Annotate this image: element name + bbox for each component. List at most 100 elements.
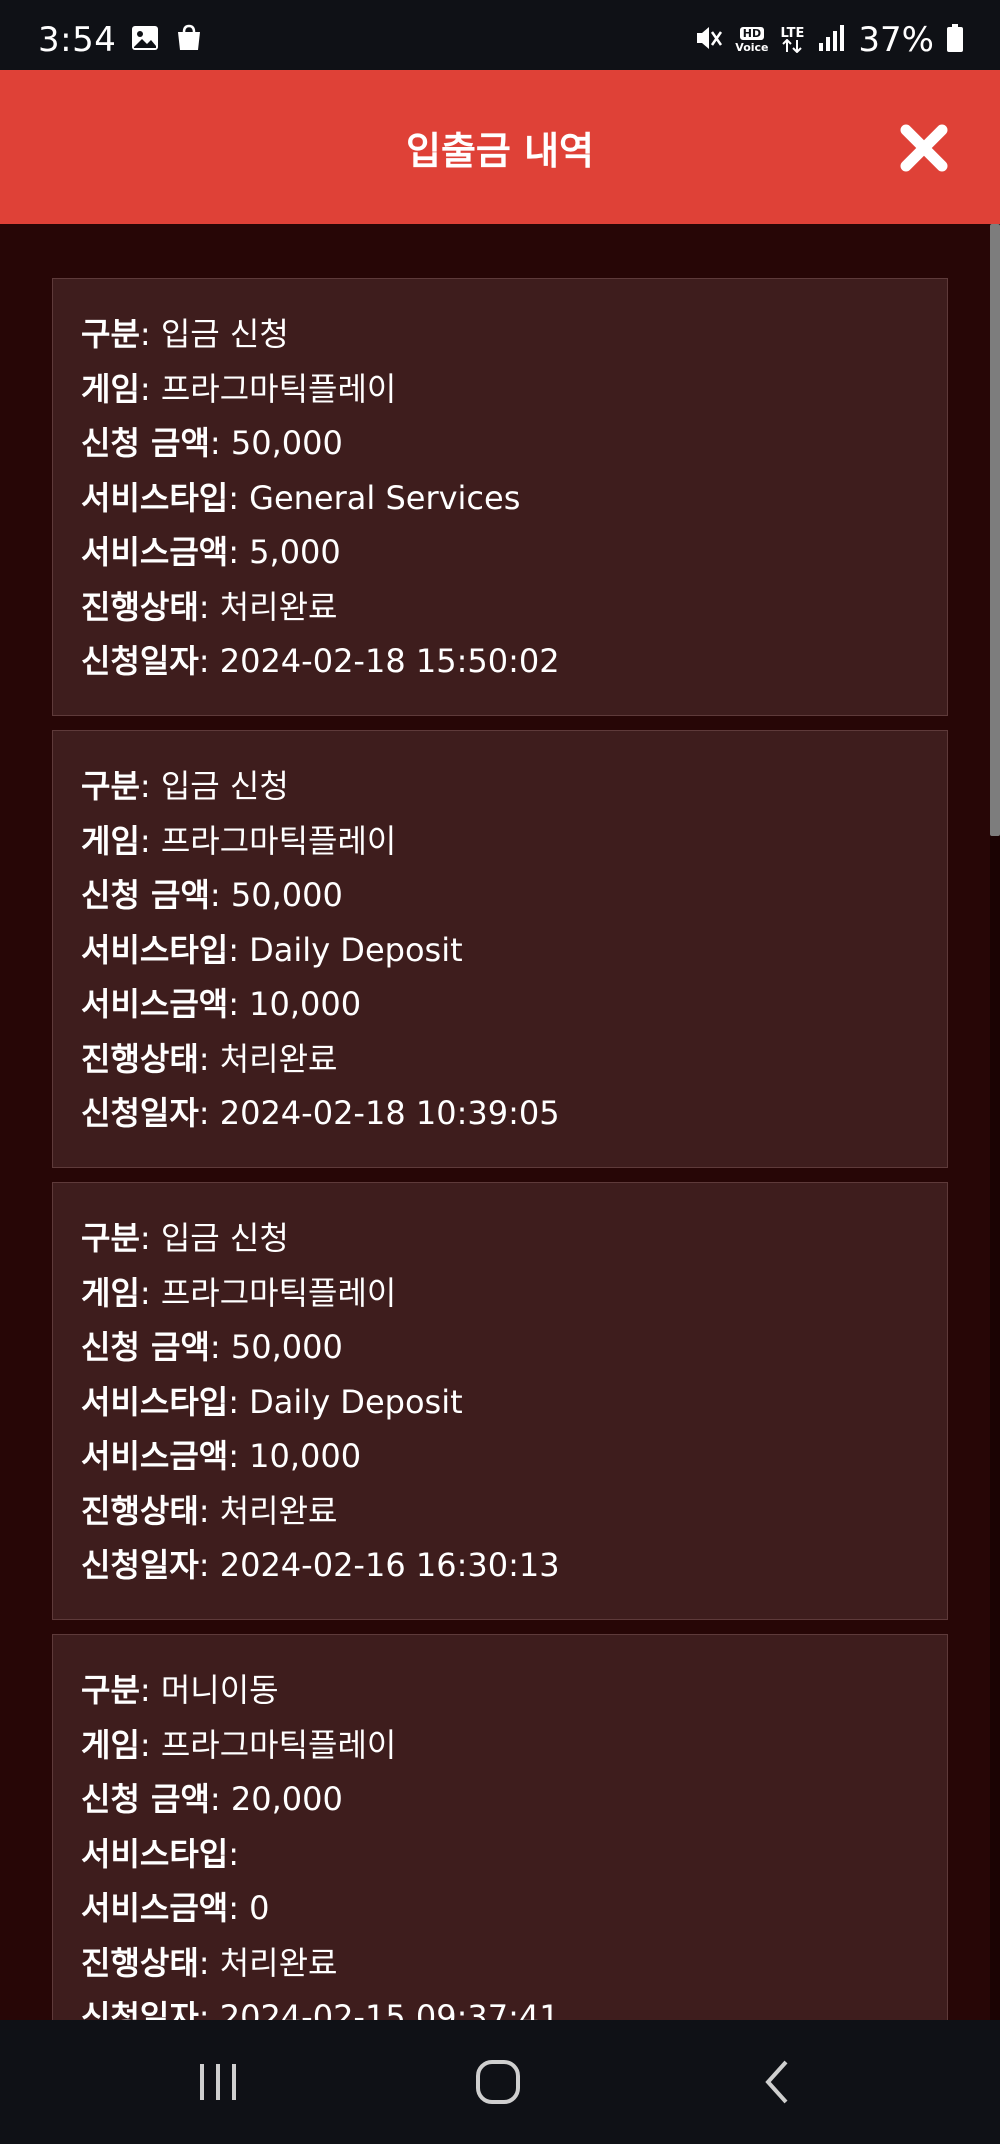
- label-game: 게임: [81, 821, 140, 860]
- separator: :: [228, 1834, 239, 1873]
- row-type: 구분: 입금 신청: [81, 1211, 919, 1266]
- value-service-type: Daily Deposit: [249, 930, 463, 969]
- home-button[interactable]: [466, 2050, 530, 2114]
- header-bar: 입출금 내역: [0, 70, 1000, 224]
- row-game: 게임: 프라그마틱플레이: [81, 362, 919, 417]
- close-icon: [900, 124, 948, 172]
- recent-apps-icon: [200, 2064, 236, 2100]
- value-amount: 50,000: [230, 876, 343, 914]
- row-service-amount: 서비스금액: 10,000: [81, 977, 919, 1032]
- row-service-amount: 서비스금액: 10,000: [81, 1429, 919, 1484]
- row-service-type: 서비스타입:: [81, 1827, 919, 1882]
- label-amount: 신청 금액: [81, 1780, 210, 1818]
- row-date: 신청일자: 2024-02-15 09:37:41: [81, 1990, 919, 2020]
- label-service-type: 서비스타입: [81, 478, 229, 517]
- recent-apps-button[interactable]: [186, 2050, 250, 2114]
- separator: :: [228, 533, 250, 571]
- value-amount: 20,000: [230, 1780, 343, 1818]
- value-service-amount: 10,000: [249, 985, 362, 1023]
- scrollbar-track[interactable]: [990, 224, 1000, 2020]
- status-bar-right: HD Voice LTE 37%: [693, 20, 964, 60]
- value-game: 프라그마틱플레이: [160, 1273, 397, 1312]
- separator: :: [198, 587, 220, 626]
- transaction-list: 구분: 입금 신청 게임: 프라그마틱플레이 신청 금액: 50,000 서비스…: [52, 278, 948, 2020]
- row-amount: 신청 금액: 50,000: [81, 1320, 919, 1375]
- value-service-type: General Services: [249, 478, 521, 517]
- value-date: 2024-02-16 16:30:13: [219, 1546, 560, 1584]
- row-date: 신청일자: 2024-02-18 15:50:02: [81, 634, 919, 689]
- row-service-type: 서비스타입: Daily Deposit: [81, 923, 919, 978]
- label-type: 구분: [81, 315, 140, 353]
- row-game: 게임: 프라그마틱플레이: [81, 814, 919, 869]
- separator: :: [139, 369, 161, 408]
- label-type: 구분: [81, 1671, 140, 1709]
- voice-label: Voice: [735, 41, 769, 54]
- separator: :: [198, 642, 220, 680]
- separator: :: [228, 1382, 250, 1421]
- value-game: 프라그마틱플레이: [160, 1725, 397, 1764]
- row-status: 진행상태: 처리완료: [81, 1032, 919, 1087]
- status-bar-left: 3:54: [38, 20, 204, 60]
- label-status: 진행상태: [81, 1039, 199, 1078]
- row-game: 게임: 프라그마틱플레이: [81, 1718, 919, 1773]
- transaction-list-area[interactable]: 구분: 입금 신청 게임: 프라그마틱플레이 신청 금액: 50,000 서비스…: [0, 224, 1000, 2020]
- separator: :: [139, 1273, 161, 1312]
- separator: :: [209, 1328, 231, 1366]
- lte-icon: LTE: [781, 27, 804, 53]
- separator: :: [198, 1094, 220, 1132]
- label-date: 신청일자: [81, 642, 199, 680]
- row-service-type: 서비스타입: General Services: [81, 471, 919, 526]
- separator: :: [139, 1671, 161, 1709]
- label-amount: 신청 금액: [81, 424, 210, 462]
- back-button[interactable]: [746, 2050, 810, 2114]
- status-bar: 3:54 HD Voice LTE 37%: [0, 0, 1000, 70]
- battery-percent: 37%: [858, 20, 934, 60]
- value-status: 처리완료: [219, 1039, 338, 1078]
- separator: :: [198, 1998, 220, 2020]
- separator: :: [228, 1889, 250, 1927]
- row-type: 구분: 입금 신청: [81, 307, 919, 362]
- transaction-card: 구분: 입금 신청 게임: 프라그마틱플레이 신청 금액: 50,000 서비스…: [52, 1182, 948, 1620]
- row-service-type: 서비스타입: Daily Deposit: [81, 1375, 919, 1430]
- value-type: 입금 신청: [160, 767, 289, 805]
- separator: :: [228, 478, 250, 517]
- signal-icon: [816, 23, 846, 57]
- label-service-type: 서비스타입: [81, 1834, 229, 1873]
- label-type: 구분: [81, 767, 140, 805]
- transaction-card: 구분: 입금 신청 게임: 프라그마틱플레이 신청 금액: 50,000 서비스…: [52, 730, 948, 1168]
- separator: :: [139, 821, 161, 860]
- row-status: 진행상태: 처리완료: [81, 1484, 919, 1539]
- separator: :: [209, 1780, 231, 1818]
- label-game: 게임: [81, 1273, 140, 1312]
- separator: :: [228, 985, 250, 1023]
- scrollbar-thumb[interactable]: [990, 224, 1000, 836]
- close-button[interactable]: [896, 120, 952, 176]
- row-date: 신청일자: 2024-02-18 10:39:05: [81, 1086, 919, 1141]
- row-game: 게임: 프라그마틱플레이: [81, 1266, 919, 1321]
- label-status: 진행상태: [81, 1491, 199, 1530]
- value-amount: 50,000: [230, 424, 343, 462]
- hd-voice-icon: HD Voice: [735, 27, 769, 54]
- value-service-amount: 5,000: [249, 533, 341, 571]
- value-status: 처리완료: [219, 587, 338, 626]
- label-date: 신청일자: [81, 1094, 199, 1132]
- row-amount: 신청 금액: 20,000: [81, 1772, 919, 1827]
- label-service-amount: 서비스금액: [81, 985, 229, 1023]
- separator: :: [198, 1491, 220, 1530]
- separator: :: [139, 767, 161, 805]
- label-amount: 신청 금액: [81, 1328, 210, 1366]
- separator: :: [139, 315, 161, 353]
- home-icon: [476, 2060, 520, 2104]
- transaction-card: 구분: 입금 신청 게임: 프라그마틱플레이 신청 금액: 50,000 서비스…: [52, 278, 948, 716]
- value-type: 머니이동: [160, 1671, 279, 1709]
- separator: :: [198, 1039, 220, 1078]
- separator: :: [198, 1943, 220, 1982]
- row-type: 구분: 머니이동: [81, 1663, 919, 1718]
- vibrate-mute-icon: [693, 23, 723, 57]
- label-date: 신청일자: [81, 1546, 199, 1584]
- row-type: 구분: 입금 신청: [81, 759, 919, 814]
- separator: :: [139, 1725, 161, 1764]
- gallery-icon: [130, 23, 160, 57]
- value-date: 2024-02-18 10:39:05: [219, 1094, 560, 1132]
- label-status: 진행상태: [81, 1943, 199, 1982]
